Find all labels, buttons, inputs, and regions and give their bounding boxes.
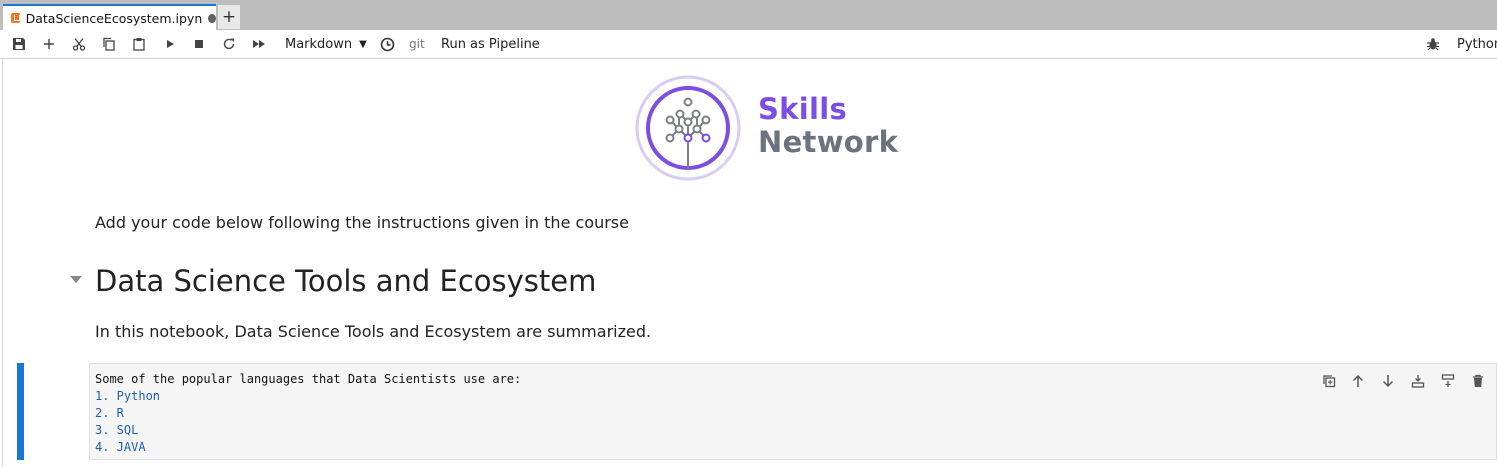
insert-below-icon [1441, 374, 1455, 387]
logo-text-network: Network [758, 125, 899, 159]
scissors-icon [72, 38, 86, 51]
interrupt-button[interactable] [190, 30, 208, 58]
collapse-heading-icon[interactable] [70, 276, 82, 283]
stop-icon [195, 40, 203, 48]
logo-text-skills: Skills [758, 92, 848, 126]
save-icon [13, 38, 25, 50]
notebook-toolbar: Markdown ▼ git Run as Pipeline Python [0, 30, 1497, 59]
tab-bar: DataScienceEcosystem.ipyn + [0, 0, 1497, 30]
paste-button[interactable] [130, 30, 148, 58]
intro-text: Add your code below following the instru… [95, 213, 629, 232]
run-all-button[interactable] [250, 30, 268, 58]
cell-type-dropdown[interactable]: Markdown ▼ [285, 30, 367, 58]
cell-type-value: Markdown [285, 36, 353, 52]
fast-forward-icon [253, 40, 265, 48]
save-button[interactable] [10, 30, 28, 58]
history-button[interactable] [378, 30, 396, 58]
notebook-icon [11, 13, 20, 23]
tab-title: DataScienceEcosystem.ipyn [25, 10, 203, 26]
notebook-heading: Data Science Tools and Ecosystem [95, 264, 597, 298]
trash-icon [1473, 374, 1483, 387]
unsaved-indicator-icon[interactable] [208, 13, 216, 23]
list-item: 4. JAVA [95, 440, 146, 454]
clock-icon [380, 37, 394, 51]
new-tab-button[interactable]: + [218, 5, 240, 29]
move-cell-up-button[interactable] [1348, 371, 1368, 391]
summary-text: In this notebook, Data Science Tools and… [95, 322, 652, 341]
insert-cell-above-button[interactable] [1408, 371, 1428, 391]
insert-cell-below-button[interactable] [1438, 371, 1458, 391]
duplicate-icon [1323, 375, 1336, 388]
delete-cell-button[interactable] [1468, 371, 1488, 391]
copy-icon [103, 37, 115, 51]
debugger-button[interactable] [1424, 30, 1442, 58]
insert-cell-button[interactable] [40, 30, 58, 58]
arrow-up-icon [1352, 374, 1364, 387]
notebook-tab[interactable]: DataScienceEcosystem.ipyn [3, 4, 216, 30]
markdown-cell-editor[interactable]: Some of the popular languages that Data … [89, 363, 1497, 460]
refresh-icon [223, 38, 235, 50]
chevron-down-icon: ▼ [359, 38, 367, 50]
list-item: 2. R [95, 406, 124, 420]
play-icon [167, 40, 174, 48]
duplicate-cell-button[interactable] [1319, 371, 1339, 391]
run-button[interactable] [161, 30, 179, 58]
list-item: 1. Python [95, 389, 161, 403]
bug-icon [1427, 38, 1439, 51]
run-as-pipeline-button[interactable]: Run as Pipeline [441, 30, 540, 58]
copy-button[interactable] [100, 30, 118, 58]
kernel-name[interactable]: Python [1457, 30, 1497, 58]
notebook-left-border [2, 59, 3, 467]
move-cell-down-button[interactable] [1378, 371, 1398, 391]
clipboard-icon [133, 38, 145, 51]
active-cell-indicator[interactable] [17, 363, 24, 460]
cut-button[interactable] [70, 30, 88, 58]
source-line: Some of the popular languages that Data … [95, 372, 522, 386]
arrow-down-icon [1382, 375, 1394, 388]
cell-source[interactable]: Some of the popular languages that Data … [95, 371, 521, 456]
insert-above-icon [1411, 375, 1425, 388]
restart-button[interactable] [220, 30, 238, 58]
plus-icon [44, 39, 54, 49]
git-button[interactable]: git [409, 30, 425, 58]
list-item: 3. SQL [95, 423, 139, 437]
